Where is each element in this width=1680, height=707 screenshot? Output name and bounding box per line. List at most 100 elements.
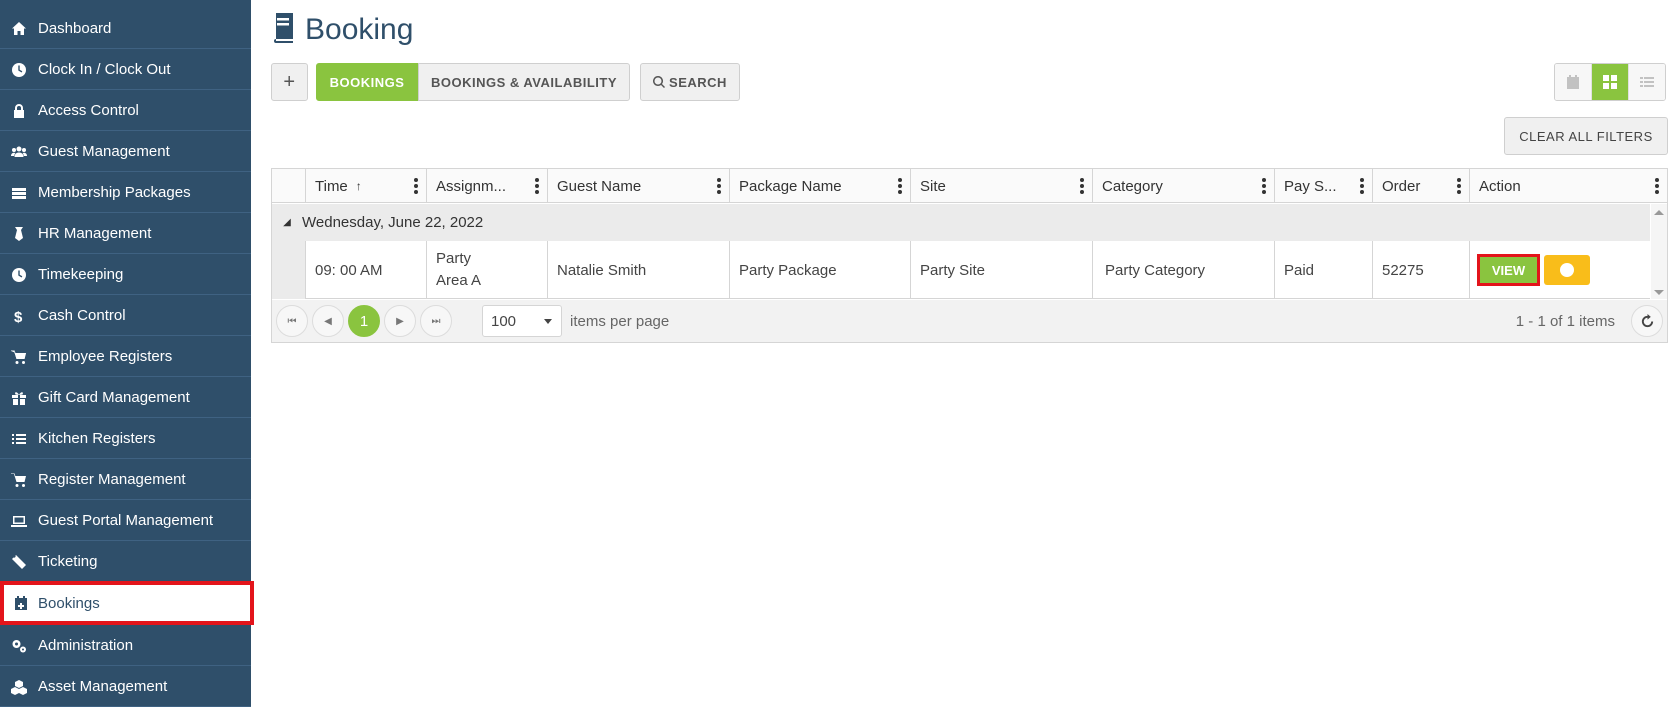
column-menu-icon[interactable] [1360, 178, 1364, 194]
sidebar-item-kitchen-registers[interactable]: Kitchen Registers [0, 419, 251, 459]
column-header-label: Order [1382, 177, 1421, 195]
sidebar-item-cash-control[interactable]: $ Cash Control [0, 296, 251, 336]
dollar-icon: $ [0, 308, 38, 324]
column-header-order[interactable]: Order [1373, 169, 1470, 203]
cogs-icon [0, 638, 38, 654]
page-number-button[interactable]: 1 [348, 305, 380, 337]
sidebar-item-register-management[interactable]: Register Management [0, 460, 251, 500]
gift-icon [0, 390, 38, 406]
bookings-grid: Time ↑ Assignm... Guest Name Package Nam… [271, 168, 1668, 343]
cart-icon [0, 472, 38, 488]
clock-icon [0, 62, 38, 78]
column-header-label: Guest Name [557, 177, 642, 195]
column-header-site[interactable]: Site [911, 169, 1093, 203]
sidebar-item-gift-card-management[interactable]: Gift Card Management [0, 378, 251, 418]
column-menu-icon[interactable] [717, 178, 721, 194]
sidebar-item-access-control[interactable]: Access Control [0, 91, 251, 131]
column-header-label: Site [920, 177, 946, 195]
sidebar-item-employee-registers[interactable]: Employee Registers [0, 337, 251, 377]
status-toggle-button[interactable] [1544, 255, 1590, 285]
column-menu-icon[interactable] [1655, 178, 1659, 194]
toggle-knob [1560, 263, 1574, 277]
column-menu-icon[interactable] [1262, 178, 1266, 194]
sidebar-item-label: Gift Card Management [38, 389, 190, 406]
sidebar-item-timekeeping[interactable]: Timekeeping [0, 255, 251, 295]
refresh-button[interactable] [1631, 305, 1663, 337]
sidebar-item-bookings[interactable]: Bookings [0, 581, 254, 625]
grid-view-button[interactable] [1592, 64, 1629, 100]
sidebar-item-label: Kitchen Registers [38, 430, 156, 447]
grid-scrollbar[interactable] [1651, 204, 1667, 299]
book-icon [271, 12, 295, 48]
column-menu-icon[interactable] [898, 178, 902, 194]
page-title: Booking [305, 13, 414, 46]
sidebar-item-ticketing[interactable]: Ticketing [0, 542, 251, 582]
sidebar-item-membership-packages[interactable]: Membership Packages [0, 173, 251, 213]
grid-header-spacer [272, 169, 306, 203]
column-header-action[interactable]: Action [1470, 169, 1667, 203]
column-header-label: Pay S... [1284, 177, 1337, 195]
view-booking-button[interactable]: VIEW [1477, 254, 1540, 286]
cell-category: Party Category [1093, 241, 1275, 299]
calendar-plus-icon [4, 595, 38, 611]
page-header: Booking [271, 12, 413, 48]
sidebar-item-guest-portal-management[interactable]: Guest Portal Management [0, 501, 251, 541]
cell-action: VIEW [1470, 241, 1650, 299]
page-size-value: 100 [491, 312, 517, 330]
column-header-pay-status[interactable]: Pay S... [1275, 169, 1373, 203]
tab-bookings[interactable]: BOOKINGS [316, 63, 418, 101]
scroll-up-icon[interactable] [1654, 210, 1664, 215]
sidebar-item-label: Clock In / Clock Out [38, 61, 171, 78]
sidebar-item-hr-management[interactable]: HR Management [0, 214, 251, 254]
column-header-package-name[interactable]: Package Name [730, 169, 911, 203]
column-header-assignment[interactable]: Assignm... [427, 169, 548, 203]
previous-page-button[interactable]: ◀ [312, 305, 344, 337]
table-row[interactable]: 09: 00 AM Party Area A Natalie Smith Par… [272, 241, 1650, 299]
sidebar-item-label: Employee Registers [38, 348, 173, 365]
search-icon [653, 76, 666, 88]
laptop-icon [0, 513, 38, 529]
tab-bookings-availability[interactable]: BOOKINGS & AVAILABILITY [418, 63, 630, 101]
page-size-label: items per page [570, 312, 670, 330]
users-icon [0, 144, 38, 160]
grid-header: Time ↑ Assignm... Guest Name Package Nam… [272, 169, 1667, 203]
sidebar-item-label: Register Management [38, 471, 186, 488]
column-menu-icon[interactable] [414, 178, 418, 194]
sidebar-item-dashboard[interactable]: Dashboard [0, 9, 251, 49]
cubes-icon [0, 679, 38, 695]
cell-assignment-line1: Party [436, 250, 472, 267]
search-button-label: SEARCH [669, 74, 727, 90]
last-page-button[interactable]: ⏭ [420, 305, 452, 337]
column-menu-icon[interactable] [1457, 178, 1461, 194]
sidebar: Dashboard Clock In / Clock Out Access Co… [0, 0, 254, 707]
clear-all-filters-button[interactable]: CLEAR ALL FILTERS [1504, 117, 1668, 155]
column-header-label: Package Name [739, 177, 842, 195]
svg-text:$: $ [14, 309, 23, 324]
add-booking-button[interactable]: + [271, 63, 308, 101]
column-header-label: Category [1102, 177, 1163, 195]
sidebar-item-asset-management[interactable]: Asset Management [0, 667, 251, 707]
sidebar-item-label: Bookings [38, 594, 100, 612]
column-header-time[interactable]: Time ↑ [306, 169, 427, 203]
calendar-view-button[interactable] [1555, 64, 1592, 100]
page-size-select[interactable]: 100 [482, 305, 562, 337]
column-header-category[interactable]: Category [1093, 169, 1275, 203]
cell-assignment: Party Area A [427, 241, 548, 299]
scroll-down-icon[interactable] [1654, 290, 1664, 295]
cell-time: 09: 00 AM [306, 241, 427, 299]
collapse-group-icon[interactable]: ◢ [272, 217, 302, 228]
sidebar-item-guest-management[interactable]: Guest Management [0, 132, 251, 172]
column-menu-icon[interactable] [535, 178, 539, 194]
list-view-button[interactable] [1629, 64, 1665, 100]
sidebar-item-label: Timekeeping [38, 266, 124, 283]
search-button[interactable]: SEARCH [640, 63, 740, 101]
calendar-view-icon [1567, 75, 1579, 89]
sidebar-item-administration[interactable]: Administration [0, 626, 251, 666]
column-menu-icon[interactable] [1080, 178, 1084, 194]
next-page-button[interactable]: ▶ [384, 305, 416, 337]
column-header-guest-name[interactable]: Guest Name [548, 169, 730, 203]
sidebar-item-clock-in-out[interactable]: Clock In / Clock Out [0, 50, 251, 90]
pager-info: 1 - 1 of 1 items [1515, 312, 1615, 330]
cell-pay-status: Paid [1275, 241, 1373, 299]
first-page-button[interactable]: ⏮ [276, 305, 308, 337]
